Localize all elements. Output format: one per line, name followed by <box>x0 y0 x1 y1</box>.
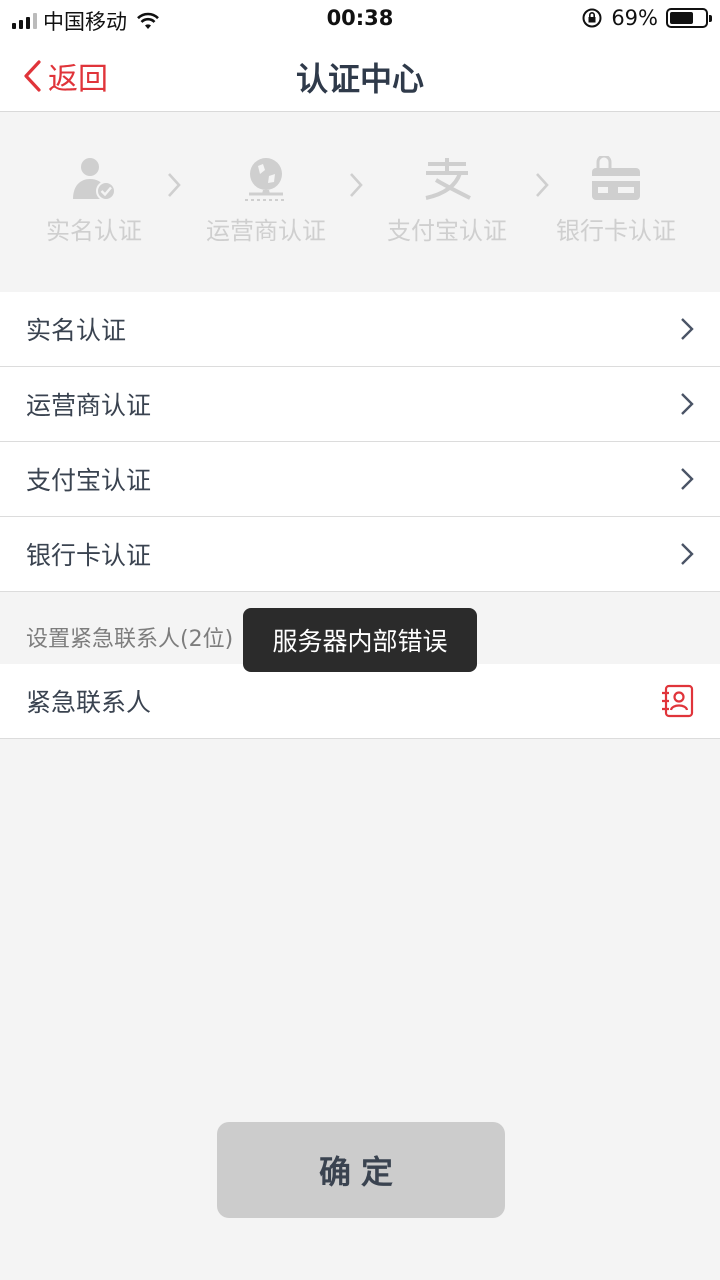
list-item-bank-card[interactable]: 银行卡认证 <box>0 517 720 592</box>
step-operator: 运营商认证 <box>186 153 346 246</box>
rotation-lock-icon <box>582 8 602 28</box>
step-label: 实名认证 <box>46 217 142 245</box>
step-real-name: 实名认证 <box>14 153 174 246</box>
status-bar: 中国移动 00:38 69% <box>0 0 720 38</box>
chevron-right-icon <box>681 318 694 340</box>
list-item-label: 运营商认证 <box>26 391 152 420</box>
list-item-label: 支付宝认证 <box>26 466 152 495</box>
verification-list: 实名认证 运营商认证 支付宝认证 银行卡认证 <box>0 292 720 592</box>
user-verified-icon <box>73 158 116 201</box>
status-right: 69% <box>581 6 712 30</box>
step-label: 支付宝认证 <box>387 217 507 245</box>
battery-icon <box>666 8 712 28</box>
step-bank-card: 银行卡认证 <box>536 153 696 246</box>
page-title: 认证中心 <box>295 60 424 98</box>
contact-book-icon[interactable] <box>660 684 694 718</box>
list-item-emergency-contact[interactable]: 紧急联系人 <box>0 664 720 739</box>
error-toast: 服务器内部错误 <box>243 608 477 672</box>
battery-percent: 69% <box>611 6 658 30</box>
list-item-label: 紧急联系人 <box>26 688 152 717</box>
nav-bar: 返回 认证中心 <box>0 38 720 112</box>
confirm-button[interactable]: 确定 <box>217 1122 505 1218</box>
chevron-right-icon <box>681 468 694 490</box>
bank-card-icon <box>592 156 640 200</box>
verification-steps: 实名认证 运营商认证 支付宝认证 银行卡认证 <box>0 113 720 268</box>
operator-globe-icon <box>245 158 287 201</box>
alipay-icon <box>425 158 471 200</box>
emergency-list: 紧急联系人 <box>0 664 720 739</box>
step-chevron-icon <box>350 173 363 197</box>
step-chevron-icon <box>168 173 181 197</box>
list-item-real-name[interactable]: 实名认证 <box>0 292 720 367</box>
list-item-label: 银行卡认证 <box>26 541 152 570</box>
chevron-right-icon <box>681 543 694 565</box>
list-item-label: 实名认证 <box>26 316 127 345</box>
step-label: 银行卡认证 <box>556 217 676 245</box>
list-item-operator[interactable]: 运营商认证 <box>0 367 720 442</box>
step-alipay: 支付宝认证 <box>367 153 527 246</box>
chevron-right-icon <box>681 393 694 415</box>
list-item-alipay[interactable]: 支付宝认证 <box>0 442 720 517</box>
step-label: 运营商认证 <box>206 217 326 245</box>
